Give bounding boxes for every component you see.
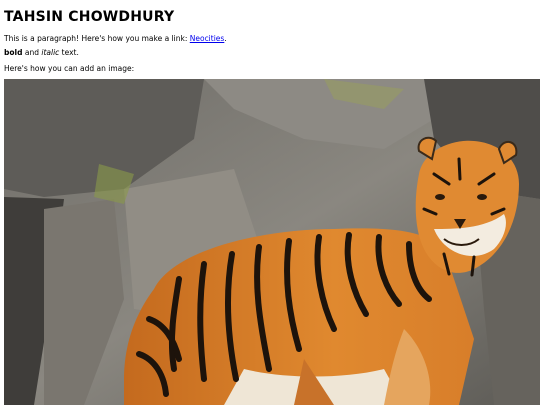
and-text: and bbox=[22, 48, 42, 57]
bold-text: bold bbox=[4, 48, 23, 57]
neocities-link[interactable]: Neocities bbox=[190, 34, 225, 43]
text-word: text. bbox=[59, 48, 79, 57]
page-title: TAHSIN CHOWDHURY bbox=[4, 9, 175, 25]
paragraph-link: This is a paragraph! Here's how you make… bbox=[4, 34, 227, 44]
italic-text: italic bbox=[41, 48, 60, 57]
paragraph-formatting: bold and italic text. bbox=[4, 48, 79, 58]
tiger-image bbox=[4, 79, 540, 405]
paragraph-image-intro: Here's how you can add an image: bbox=[4, 64, 135, 73]
tiger-photo-icon bbox=[4, 79, 540, 405]
paragraph-text: This is a paragraph! Here's how you make… bbox=[4, 34, 190, 43]
paragraph-period: . bbox=[224, 34, 227, 43]
